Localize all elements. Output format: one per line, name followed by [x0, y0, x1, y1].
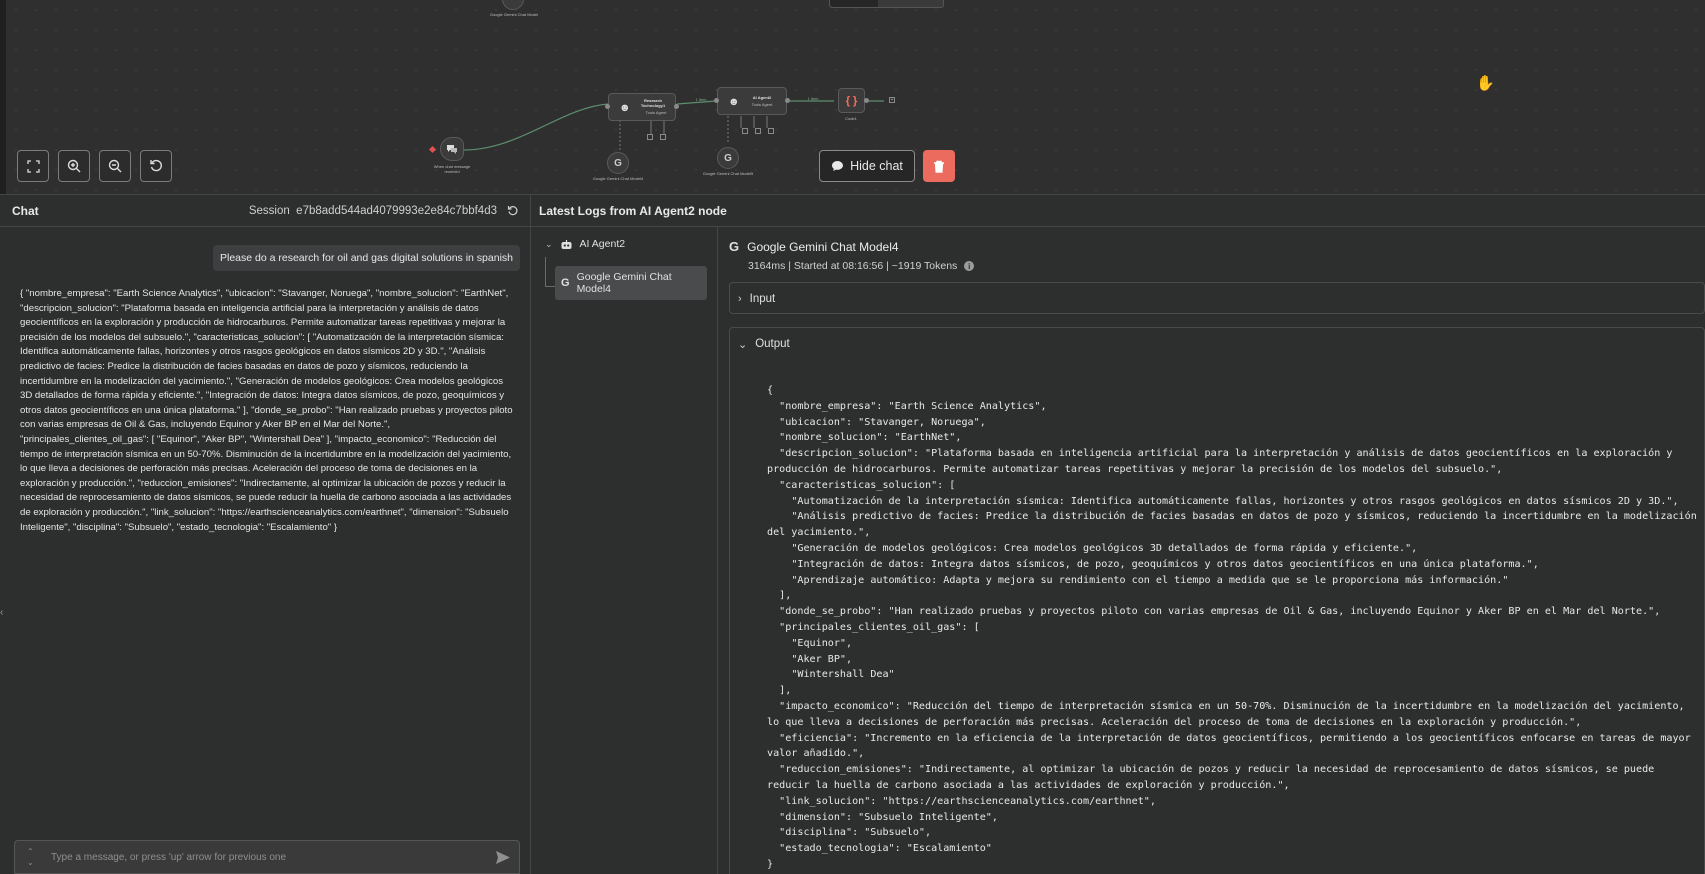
user-message: Please do a research for oil and gas dig…	[212, 245, 520, 271]
session-label: Session	[248, 204, 290, 217]
agent2-port-3[interactable]	[768, 128, 774, 134]
delete-chat-button[interactable]	[923, 150, 955, 182]
logs-panel: Latest Logs from AI Agent2 node ⌄ AI Age…	[531, 194, 1705, 874]
hide-chat-label: Hide chat	[850, 159, 903, 173]
zoom-out-icon	[108, 159, 122, 173]
collapse-handle-icon[interactable]: ‹	[0, 607, 10, 627]
chevron-down-icon: ⌄	[738, 338, 748, 351]
gemini-node-top-label: Google Gemini Chat Model	[489, 12, 539, 17]
add-node-icon[interactable]: +	[889, 97, 895, 103]
tree-item-gemini-model4[interactable]: G Google Gemini Chat Model4	[555, 266, 707, 300]
info-icon[interactable]: i	[964, 261, 975, 271]
chat-trigger-node[interactable]	[440, 137, 464, 161]
chat-title: Chat	[12, 203, 39, 218]
research-memory-port[interactable]	[660, 134, 666, 140]
trash-icon	[934, 160, 944, 173]
chat-panel: Chat Session e7b8add544ad4079993e2e84c7b…	[0, 194, 531, 874]
tree-item-label: AI Agent2	[579, 238, 626, 250]
research-node[interactable]: ☻ Research Technology1 Tools Agent	[608, 93, 676, 121]
google-icon: G	[561, 277, 570, 289]
send-icon[interactable]	[495, 850, 511, 865]
robot-icon: ☻	[619, 102, 631, 114]
robot-icon: ☻	[728, 96, 740, 108]
zoom-in-button[interactable]	[58, 150, 90, 182]
log-detail-meta: 3164ms | Started at 08:16:56 | ~1919 Tok…	[748, 260, 975, 272]
log-detail: G Google Gemini Chat Model4 3164ms | Sta…	[729, 227, 1705, 874]
output-section[interactable]: ⌄ Output { "nombre_empresa": "Earth Scie…	[729, 327, 1705, 874]
agent2-output-port[interactable]	[785, 98, 790, 103]
gemini-node-left-label: Google Gemini Chat Model4	[592, 176, 644, 181]
agent2-port-1[interactable]	[742, 128, 748, 134]
code-node-label: Code1	[845, 116, 857, 121]
hand-cursor-icon: ✋	[1476, 75, 1495, 92]
logs-header: Latest Logs from AI Agent2 node	[531, 195, 1705, 227]
history-arrows-icon[interactable]: ⌃ ⌄	[27, 846, 34, 868]
input-section-label: Input	[749, 293, 776, 305]
reset-icon	[150, 159, 162, 172]
chevron-right-icon: ›	[738, 293, 742, 305]
research-input-port[interactable]	[605, 104, 610, 109]
research-tool-port[interactable]	[647, 134, 653, 140]
research-output-port[interactable]	[674, 104, 679, 109]
ai-agent2-node[interactable]: ☻ AI Agent2 Tools Agent	[717, 87, 787, 115]
research-node-title: Research Technology1	[640, 98, 666, 108]
chat-trigger-label: When chat message received	[433, 164, 471, 174]
log-detail-title-text: Google Gemini Chat Model4	[747, 239, 899, 254]
output-section-label: Output	[755, 338, 790, 350]
refresh-icon[interactable]	[507, 205, 518, 216]
input-section-header[interactable]: › Input	[730, 283, 1704, 315]
log-detail-meta-text: 3164ms | Started at 08:16:56 | ~1919 Tok…	[748, 260, 958, 272]
tree-connector	[545, 286, 555, 287]
input-section[interactable]: › Input	[729, 282, 1705, 314]
fit-view-icon	[26, 159, 40, 173]
chat-bubble-icon	[832, 161, 844, 171]
gemini-node-left[interactable]: G	[607, 152, 629, 174]
agent2-input-port[interactable]	[714, 98, 719, 103]
zoom-out-button[interactable]	[99, 150, 131, 182]
output-section-header[interactable]: ⌄ Output	[730, 328, 1704, 360]
chat-input[interactable]: ⌃ ⌄ Type a message, or press 'up' arrow f…	[14, 840, 520, 874]
tree-item-ai-agent2[interactable]: ⌄ AI Agent2	[545, 238, 625, 250]
chat-bubble-icon	[447, 145, 457, 154]
output-json: { "nombre_empresa": "Earth Science Analy…	[767, 385, 1697, 870]
code-output-port[interactable]	[864, 98, 869, 103]
robot-icon	[561, 239, 572, 249]
workflow-canvas[interactable]: Google Gemini Chat Model When chat messa…	[0, 0, 1705, 194]
zoom-in-icon	[67, 159, 81, 173]
google-icon: G	[729, 239, 740, 254]
gemini-node-right-label: Google Gemini Chat Model5	[702, 171, 754, 176]
ai-agent2-node-subtitle: Tools Agent	[751, 102, 773, 107]
hide-chat-button[interactable]: Hide chat	[819, 150, 915, 182]
tree-item-label: Google Gemini Chat Model4	[576, 271, 672, 295]
code-node[interactable]: { }	[838, 88, 865, 113]
bot-message: { "nombre_empresa": "Earth Science Analy…	[20, 288, 513, 533]
logs-tree: ⌄ AI Agent2 G Google Gemini Chat Model4	[531, 227, 718, 874]
fit-view-button[interactable]	[17, 150, 49, 182]
session-info: Session e7b8add544ad4079993e2e84c7bbf4d3	[249, 205, 518, 217]
research-node-subtitle: Tools Agent	[645, 110, 667, 115]
connection-item-label: 1 item	[807, 96, 819, 101]
ai-agent2-node-title: AI Agent2	[752, 95, 772, 100]
code-braces-icon: { }	[845, 94, 858, 107]
session-id: e7b8add544ad4079993e2e84c7bbf4d3	[296, 204, 497, 217]
chat-input-placeholder: Type a message, or press 'up' arrow for …	[51, 851, 287, 863]
gemini-node-right[interactable]: G	[717, 147, 739, 169]
chevron-down-icon: ⌄	[545, 238, 553, 249]
connection-item-label: 1 item	[695, 97, 707, 102]
tree-connector	[545, 257, 546, 287]
reset-zoom-button[interactable]	[140, 150, 172, 182]
agent2-port-2[interactable]	[755, 128, 761, 134]
chat-header: Chat Session e7b8add544ad4079993e2e84c7b…	[0, 195, 530, 227]
log-detail-title: G Google Gemini Chat Model4	[729, 239, 899, 254]
